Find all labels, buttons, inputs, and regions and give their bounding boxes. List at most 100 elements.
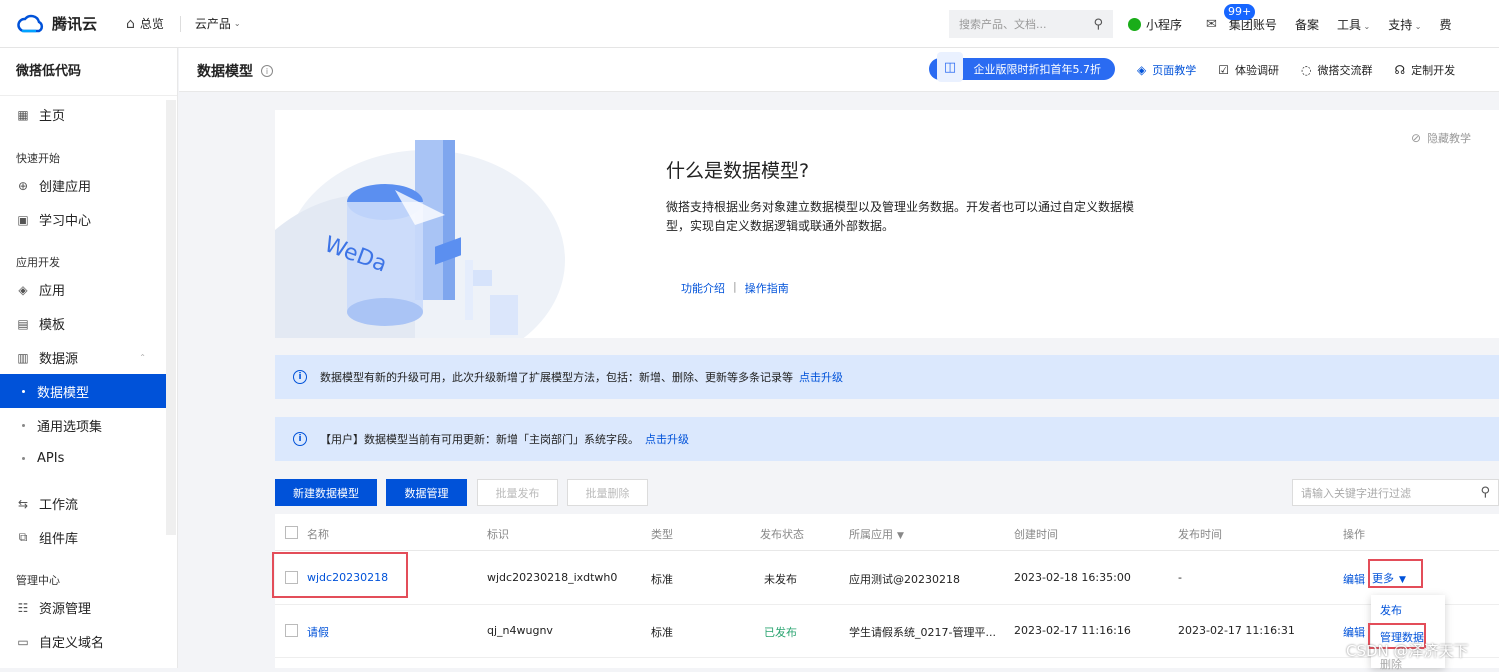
search-icon[interactable]: ⚲ <box>1093 17 1103 32</box>
batch-delete-button[interactable]: 批量删除 <box>567 479 648 506</box>
edit-button[interactable]: 编辑 <box>1343 571 1365 587</box>
intro-card: WeDa 什么是数据模型? 微搭支持根据业务对象建立数据模型以及管理业务数据。开… <box>275 110 1499 338</box>
batch-publish-button[interactable]: 批量发布 <box>477 479 558 506</box>
guide-link[interactable]: 操作指南 <box>745 280 789 296</box>
info-icon: i <box>293 432 307 446</box>
chevron-up-icon: ⌃ <box>139 353 146 362</box>
created-time: 2023-02-18 16:35:00 <box>1014 571 1131 584</box>
mini-program-icon <box>1128 17 1141 31</box>
sidebar-item-data-model[interactable]: 数据模型 <box>0 374 166 408</box>
sidebar-item-label: 工作流 <box>39 498 79 513</box>
row-checkbox[interactable] <box>285 624 298 637</box>
plus-circle-icon: ⊕ <box>17 178 29 193</box>
col-header-created: 创建时间 <box>1014 528 1058 541</box>
sidebar-item-apps[interactable]: ◈ 应用 <box>16 280 66 300</box>
upgrade-link[interactable]: 点击升级 <box>799 369 843 385</box>
page-title: 数据模型 i <box>197 61 273 81</box>
sidebar-item-option-sets[interactable]: 通用选项集 <box>22 416 102 435</box>
top-right-menu: 小程序 ✉ 集团账号 备案 工具 ⌄ 支持 ⌄ 费 <box>1128 0 1452 48</box>
fee-menu[interactable]: 费 <box>1439 16 1451 33</box>
overview-label: 总览 <box>139 17 164 31</box>
sidebar-item-learning[interactable]: ▣ 学习中心 <box>16 210 91 230</box>
cloud-products-menu[interactable]: 云产品 ⌄ <box>195 15 241 32</box>
new-data-model-button[interactable]: 新建数据模型 <box>275 479 377 506</box>
sidebar-item-templates[interactable]: ▤ 模板 <box>16 314 66 334</box>
link-label: 体验调研 <box>1235 64 1279 77</box>
tencent-cloud-logo[interactable]: 腾讯云 <box>16 13 116 34</box>
community-link[interactable]: ◌ 微搭交流群 <box>1301 62 1372 78</box>
logo-text: 腾讯云 <box>52 15 98 33</box>
sidebar-item-label: 应用 <box>39 284 66 299</box>
book-icon: ▣ <box>17 212 29 227</box>
domain-icon: ▭ <box>17 634 29 649</box>
col-header-actions: 操作 <box>1343 528 1365 541</box>
tools-menu[interactable]: 工具 ⌄ <box>1337 16 1370 33</box>
headset-icon: ☊ <box>1394 63 1406 77</box>
cloud-logo-icon <box>17 14 44 32</box>
sidebar-item-home[interactable]: ▦ 主页 <box>16 105 65 125</box>
overview-link[interactable]: ⌂ 总览 <box>126 15 164 32</box>
sidebar-item-label: 数据模型 <box>37 385 90 401</box>
chevron-down-icon: ⌄ <box>1412 21 1422 31</box>
upgrade-link[interactable]: 点击升级 <box>645 431 689 447</box>
sidebar-item-workflow[interactable]: ⇆ 工作流 <box>16 494 79 514</box>
sidebar-item-resources[interactable]: ☷ 资源管理 <box>16 598 92 618</box>
cloud-products-label: 云产品 <box>194 17 231 31</box>
mail-icon[interactable]: ✉ <box>1206 17 1217 32</box>
filing-link[interactable]: 备案 <box>1295 16 1319 33</box>
sidebar-item-label: 通用选项集 <box>37 420 103 435</box>
sidebar-item-label: 组件库 <box>39 532 79 547</box>
search-placeholder: 搜索产品、文档... <box>959 18 1047 31</box>
hide-tutorial-button[interactable]: ⊘ 隐藏教学 <box>1411 130 1471 146</box>
custom-dev-link[interactable]: ☊ 定制开发 <box>1394 62 1455 78</box>
sidebar: 微搭低代码 ▦ 主页 快速开始 ⊕ 创建应用 ▣ 学习中心 应用开发 ◈ 应用 ▤ 模板 … <box>0 48 178 668</box>
data-manage-button[interactable]: 数据管理 <box>386 479 467 506</box>
workflow-icon: ⇆ <box>17 496 29 511</box>
table-filter-input[interactable]: 请输入关键字进行过滤 ⚲ <box>1292 479 1499 506</box>
features-link[interactable]: 功能介绍 <box>681 280 725 296</box>
promo-banner[interactable]: ◫ 企业版限时折扣首年5.7折 <box>929 52 1115 82</box>
col-header-name: 名称 <box>307 528 329 541</box>
created-time: 2023-02-17 11:16:16 <box>1014 624 1131 637</box>
resource-icon: ☷ <box>17 600 29 615</box>
page-tutorial-link[interactable]: ◈ 页面教学 <box>1137 62 1196 78</box>
model-name-link[interactable]: 请假 <box>307 624 329 640</box>
filter-icon[interactable]: ▼ <box>897 531 904 541</box>
survey-link[interactable]: ☑ 体验调研 <box>1218 62 1279 78</box>
sidebar-item-label: 模板 <box>39 318 66 333</box>
upgrade-notice: i 数据模型有新的升级可用，此次升级新增了扩展模型方法，包括：新增、删除、更新等… <box>275 355 1499 399</box>
model-id: wjdc20230218_ixdtwh0 <box>487 571 618 584</box>
sidebar-item-components[interactable]: ⧉ 组件库 <box>16 528 78 547</box>
table-row: 请假 qj_n4wugnv 标准 已发布 学生请假系统_0217-管理平... … <box>275 605 1499 658</box>
col-header-app[interactable]: 所属应用 ▼ <box>849 526 904 542</box>
model-type: 标准 <box>651 573 673 586</box>
table-header: 名称 标识 类型 发布状态 所属应用 ▼ 创建时间 发布时间 操作 <box>275 514 1499 551</box>
notice-text: 数据模型有新的升级可用，此次升级新增了扩展模型方法，包括：新增、删除、更新等多条… <box>320 371 793 384</box>
link-label: 页面教学 <box>1152 64 1197 77</box>
divider <box>179 15 181 32</box>
sidebar-item-label: 资源管理 <box>39 602 92 617</box>
highlight-box-name <box>272 552 408 598</box>
sidebar-item-datasource[interactable]: ▥ 数据源 ⌃ <box>16 348 146 368</box>
mini-program-link[interactable]: 小程序 <box>1128 16 1182 33</box>
sidebar-item-create-app[interactable]: ⊕ 创建应用 <box>16 176 91 196</box>
info-icon[interactable]: i <box>261 65 273 77</box>
tools-label: 工具 <box>1336 17 1361 32</box>
bullet <box>22 389 25 393</box>
promo-text: 企业版限时折扣首年5.7折 <box>973 63 1102 76</box>
support-label: 支持 <box>1388 17 1413 32</box>
page-title-text: 数据模型 <box>197 64 253 80</box>
search-icon[interactable]: ⚲ <box>1480 485 1490 500</box>
global-search-input[interactable]: 搜索产品、文档... ⚲ <box>949 10 1113 38</box>
edit-button[interactable]: 编辑 <box>1343 624 1365 640</box>
col-header-id: 标识 <box>487 528 509 541</box>
sidebar-item-apis[interactable]: APIs <box>22 451 64 466</box>
sidebar-scrollbar[interactable] <box>166 100 176 535</box>
select-all-checkbox[interactable] <box>285 526 298 539</box>
data-model-table: 名称 标识 类型 发布状态 所属应用 ▼ 创建时间 发布时间 操作 wjdc202… <box>275 514 1499 668</box>
support-menu[interactable]: 支持 ⌄ <box>1388 16 1421 33</box>
intro-title: 什么是数据模型? <box>666 160 810 182</box>
sidebar-item-label: 自定义域名 <box>39 636 105 651</box>
dropdown-item-publish[interactable]: 发布 <box>1380 602 1402 618</box>
sidebar-item-custom-domain[interactable]: ▭ 自定义域名 <box>16 632 105 652</box>
